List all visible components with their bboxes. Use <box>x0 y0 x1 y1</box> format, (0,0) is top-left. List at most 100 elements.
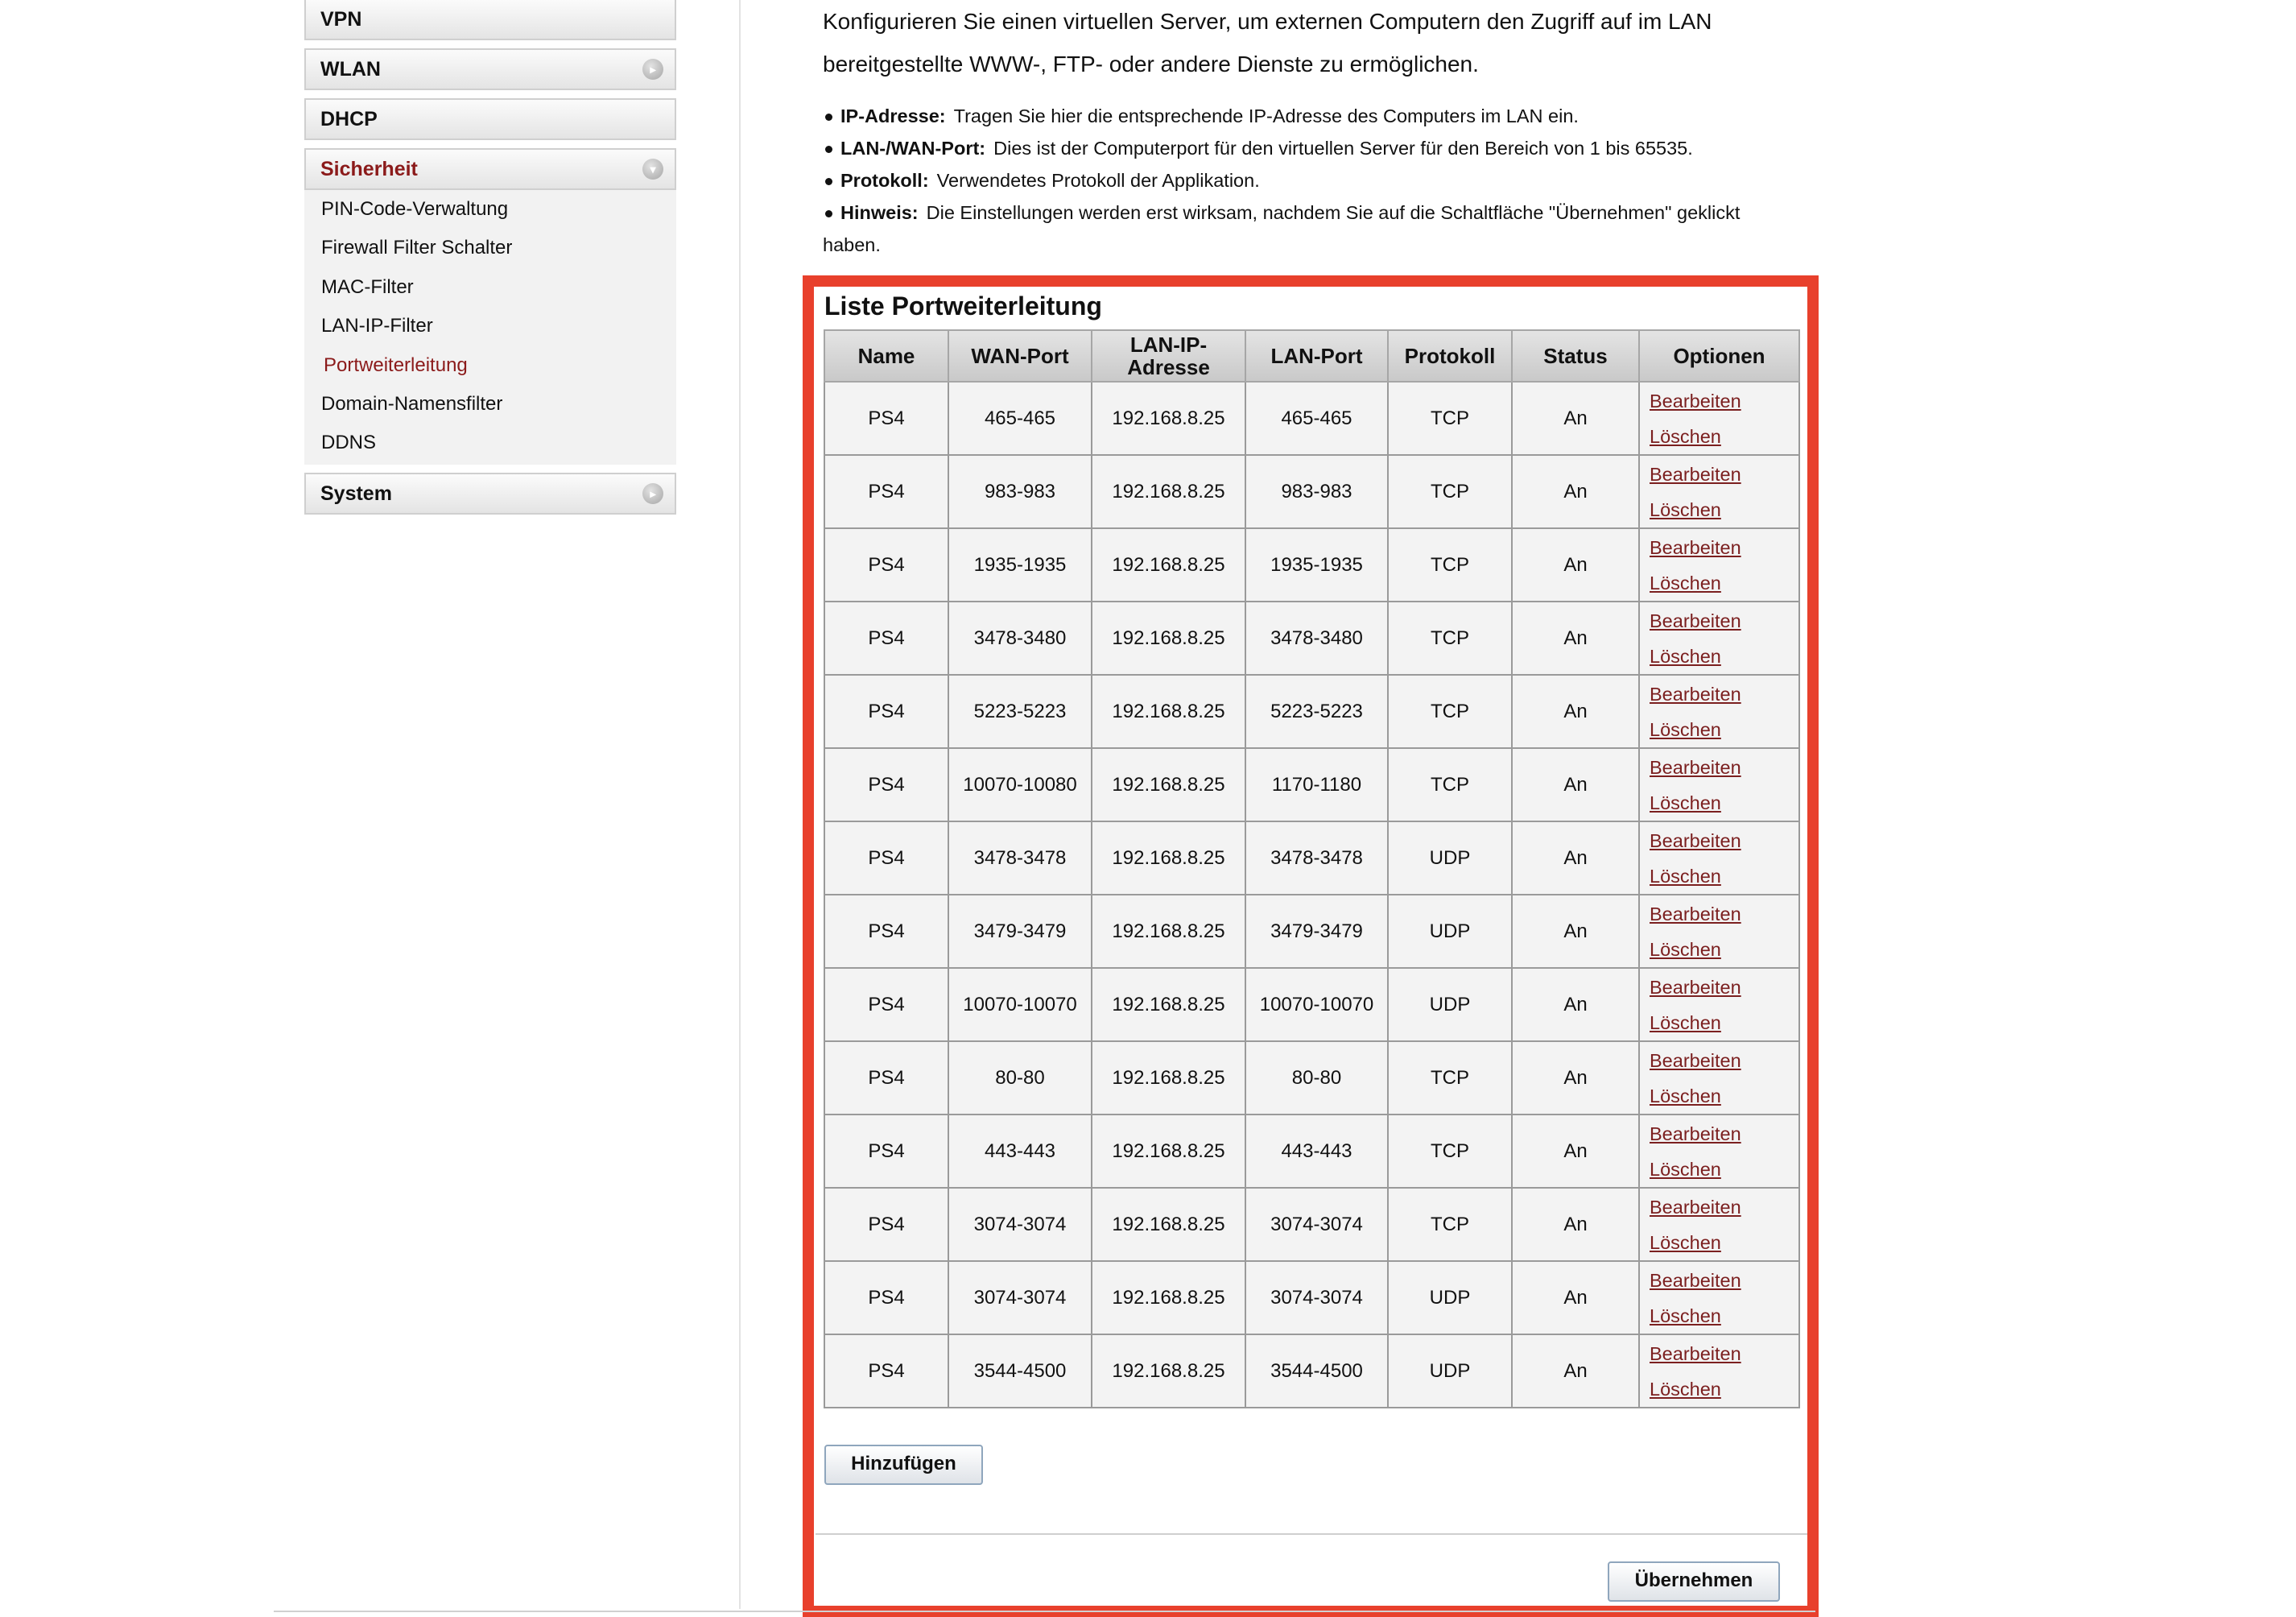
edit-link[interactable]: Bearbeiten <box>1650 676 1798 712</box>
delete-link[interactable]: Löschen <box>1650 785 1798 821</box>
cell-lan-port: 10070-10070 <box>1245 967 1389 1042</box>
nav-sicherheit-label: Sicherheit <box>320 158 418 180</box>
cell-name: PS4 <box>824 454 949 529</box>
sidebar-item-portweiterleitung[interactable]: Portweiterleitung <box>304 346 676 385</box>
cell-status: An <box>1511 821 1640 895</box>
cell-wan-port: 5223-5223 <box>948 674 1092 749</box>
sidebar-item-domain-namensfilter[interactable]: Domain-Namensfilter <box>304 385 676 424</box>
cell-optionen: Bearbeiten Löschen <box>1638 821 1800 895</box>
delete-link[interactable]: Löschen <box>1650 419 1798 454</box>
edit-link[interactable]: Bearbeiten <box>1650 530 1798 565</box>
nav-vpn-label: VPN <box>320 8 362 31</box>
column-divider <box>739 0 741 1609</box>
sicherheit-submenu: PIN-Code-Verwaltung Firewall Filter Scha… <box>304 190 676 465</box>
edit-link[interactable]: Bearbeiten <box>1650 750 1798 785</box>
cell-lan-port: 3479-3479 <box>1245 894 1389 969</box>
delete-link[interactable]: Löschen <box>1650 1078 1798 1114</box>
cell-wan-port: 3544-4500 <box>948 1334 1092 1408</box>
cell-lan-ip: 192.168.8.25 <box>1091 1260 1246 1335</box>
delete-link[interactable]: Löschen <box>1650 1298 1798 1334</box>
delete-link[interactable]: Löschen <box>1650 492 1798 527</box>
column-header-lan-ip-adresse: LAN-IP- Adresse <box>1091 329 1246 383</box>
edit-link[interactable]: Bearbeiten <box>1650 1263 1798 1298</box>
edit-link[interactable]: Bearbeiten <box>1650 1189 1798 1225</box>
cell-protokoll: TCP <box>1387 601 1513 676</box>
edit-link[interactable]: Bearbeiten <box>1650 1043 1798 1078</box>
sidebar-item-lan-ip-filter[interactable]: LAN-IP-Filter <box>304 307 676 345</box>
cell-lan-port: 1170-1180 <box>1245 747 1389 822</box>
delete-link[interactable]: Löschen <box>1650 1225 1798 1260</box>
cell-lan-port: 3074-3074 <box>1245 1187 1389 1262</box>
add-button[interactable]: Hinzufügen <box>824 1445 983 1485</box>
cell-name: PS4 <box>824 601 949 676</box>
cell-name: PS4 <box>824 894 949 969</box>
cell-lan-port: 80-80 <box>1245 1040 1389 1115</box>
cell-lan-ip: 192.168.8.25 <box>1091 747 1246 822</box>
cell-lan-ip: 192.168.8.25 <box>1091 527 1246 602</box>
cell-status: An <box>1511 1040 1640 1115</box>
nav-system[interactable]: System ▸ <box>304 472 676 515</box>
table-row: PS4 10070-10080 192.168.8.25 1170-1180 TCP An… <box>824 747 1800 822</box>
nav-vpn[interactable]: VPN <box>304 0 676 40</box>
nav-sicherheit[interactable]: Sicherheit ▾ <box>304 148 676 190</box>
apply-button[interactable]: Übernehmen <box>1608 1561 1780 1602</box>
cell-lan-port: 3478-3478 <box>1245 821 1389 895</box>
delete-link[interactable]: Löschen <box>1650 565 1798 601</box>
cell-status: An <box>1511 894 1640 969</box>
edit-link[interactable]: Bearbeiten <box>1650 457 1798 492</box>
cell-optionen: Bearbeiten Löschen <box>1638 967 1800 1042</box>
delete-link[interactable]: Löschen <box>1650 639 1798 674</box>
sidebar-item-pin-code-verwaltung[interactable]: PIN-Code-Verwaltung <box>304 190 676 229</box>
delete-link[interactable]: Löschen <box>1650 858 1798 894</box>
cell-wan-port: 10070-10070 <box>948 967 1092 1042</box>
cell-protokoll: TCP <box>1387 527 1513 602</box>
circle-chevron-right-icon: ▸ <box>642 59 663 80</box>
intro-line-2: bereitgestellte WWW-, FTP- oder andere D… <box>823 52 1479 77</box>
sidebar-item-mac-filter[interactable]: MAC-Filter <box>304 268 676 307</box>
delete-link[interactable]: Löschen <box>1650 712 1798 747</box>
cell-status: An <box>1511 674 1640 749</box>
cell-lan-ip: 192.168.8.25 <box>1091 674 1246 749</box>
edit-link[interactable]: Bearbeiten <box>1650 823 1798 858</box>
sidebar-item-firewall-filter-schalter[interactable]: Firewall Filter Schalter <box>304 229 676 267</box>
column-header-status: Status <box>1511 329 1640 383</box>
edit-link[interactable]: Bearbeiten <box>1650 603 1798 639</box>
cell-protokoll: TCP <box>1387 1187 1513 1262</box>
edit-link[interactable]: Bearbeiten <box>1650 1336 1798 1371</box>
cell-lan-port: 3074-3074 <box>1245 1260 1389 1335</box>
cell-lan-ip: 192.168.8.25 <box>1091 601 1246 676</box>
edit-link[interactable]: Bearbeiten <box>1650 970 1798 1005</box>
cell-protokoll: UDP <box>1387 1334 1513 1408</box>
nav-wlan[interactable]: WLAN ▸ <box>304 48 676 90</box>
nav-dhcp-label: DHCP <box>320 108 378 130</box>
footer-line <box>274 1611 1815 1612</box>
edit-link[interactable]: Bearbeiten <box>1650 896 1798 932</box>
delete-link[interactable]: Löschen <box>1650 1371 1798 1407</box>
port-forwarding-table: Name WAN-Port LAN-IP- Adresse LAN-Port Pr… <box>824 329 1800 1408</box>
cell-protokoll: TCP <box>1387 1114 1513 1189</box>
cell-status: An <box>1511 527 1640 602</box>
delete-link[interactable]: Löschen <box>1650 932 1798 967</box>
table-header-row: Name WAN-Port LAN-IP- Adresse LAN-Port Pr… <box>824 329 1800 383</box>
nav-dhcp[interactable]: DHCP <box>304 98 676 140</box>
table-body: PS4 465-465 192.168.8.25 465-465 TCP An Bearbe… <box>824 381 1800 1408</box>
cell-protokoll: TCP <box>1387 1040 1513 1115</box>
sidebar-item-ddns[interactable]: DDNS <box>304 424 676 462</box>
edit-link[interactable]: Bearbeiten <box>1650 383 1798 419</box>
delete-link[interactable]: Löschen <box>1650 1005 1798 1040</box>
cell-protokoll: UDP <box>1387 894 1513 969</box>
cell-name: PS4 <box>824 967 949 1042</box>
cell-lan-port: 1935-1935 <box>1245 527 1389 602</box>
bullet-ip-adresse: IP-Adresse: Tragen Sie hier die entsprech… <box>823 100 1789 132</box>
circle-chevron-right-icon: ▸ <box>642 482 663 504</box>
edit-link[interactable]: Bearbeiten <box>1650 1116 1798 1152</box>
cell-name: PS4 <box>824 1040 949 1115</box>
cell-name: PS4 <box>824 1114 949 1189</box>
cell-optionen: Bearbeiten Löschen <box>1638 1334 1800 1408</box>
cell-lan-ip: 192.168.8.25 <box>1091 1040 1246 1115</box>
delete-link[interactable]: Löschen <box>1650 1152 1798 1187</box>
cell-lan-port: 3478-3480 <box>1245 601 1389 676</box>
cell-optionen: Bearbeiten Löschen <box>1638 674 1800 749</box>
cell-lan-ip: 192.168.8.25 <box>1091 894 1246 969</box>
bullet-term: Hinweis: <box>840 202 919 223</box>
